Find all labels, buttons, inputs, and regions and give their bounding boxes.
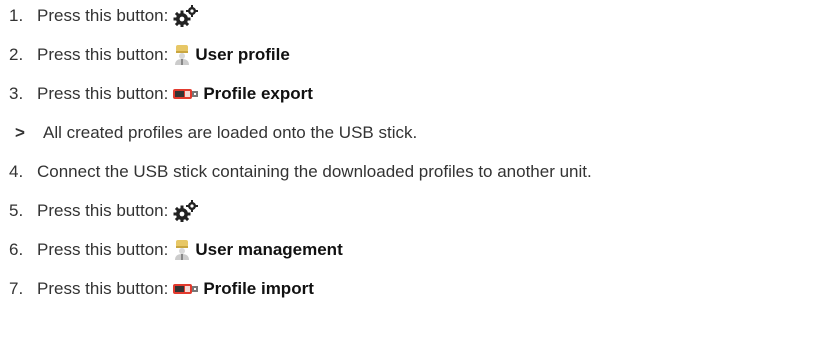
button-label: Profile export xyxy=(203,84,313,103)
button-label: User profile xyxy=(195,45,290,64)
usb-stick-icon xyxy=(173,87,199,101)
profile-export-button-ref: Profile export xyxy=(173,84,313,104)
user-chef-icon xyxy=(173,239,191,261)
step-5: 5. Press this button: xyxy=(0,198,203,224)
step-number: 6. xyxy=(9,240,24,259)
step-number: 4. xyxy=(9,162,24,181)
step-2: 2. Press this button: User profile xyxy=(0,42,290,68)
step-text: All created profiles are loaded onto the… xyxy=(43,123,418,142)
settings-button-ref xyxy=(173,200,203,222)
step-text: Connect the USB stick containing the dow… xyxy=(37,162,592,181)
step-7: 7. Press this button: Profile import xyxy=(0,276,314,302)
step-text: Press this button: xyxy=(37,84,169,103)
step-result: > All created profiles are loaded onto t… xyxy=(0,120,417,146)
step-text: Press this button: xyxy=(37,279,169,298)
profile-import-button-ref: Profile import xyxy=(173,279,314,299)
step-number: 7. xyxy=(9,279,24,298)
button-label: User management xyxy=(195,240,343,259)
result-marker: > xyxy=(15,123,25,142)
step-number: 5. xyxy=(9,201,24,220)
step-text: Press this button: xyxy=(37,6,169,25)
step-number: 3. xyxy=(9,84,24,103)
step-text: Press this button: xyxy=(37,201,169,220)
usb-stick-icon xyxy=(173,282,199,296)
step-number: 1. xyxy=(9,6,24,25)
step-text: Press this button: xyxy=(37,240,169,259)
step-number: 2. xyxy=(9,45,24,64)
gear-icon xyxy=(173,5,199,27)
user-management-button-ref: User management xyxy=(173,239,343,261)
step-text: Press this button: xyxy=(37,45,169,64)
settings-button-ref xyxy=(173,5,203,27)
step-4: 4. Connect the USB stick containing the … xyxy=(0,159,592,185)
step-1: 1. Press this button: xyxy=(0,3,203,29)
button-label: Profile import xyxy=(203,279,314,298)
user-profile-button-ref: User profile xyxy=(173,44,290,66)
step-6: 6. Press this button: User management xyxy=(0,237,343,263)
gear-icon xyxy=(173,200,199,222)
step-3: 3. Press this button: Profile export xyxy=(0,81,313,107)
user-chef-icon xyxy=(173,44,191,66)
